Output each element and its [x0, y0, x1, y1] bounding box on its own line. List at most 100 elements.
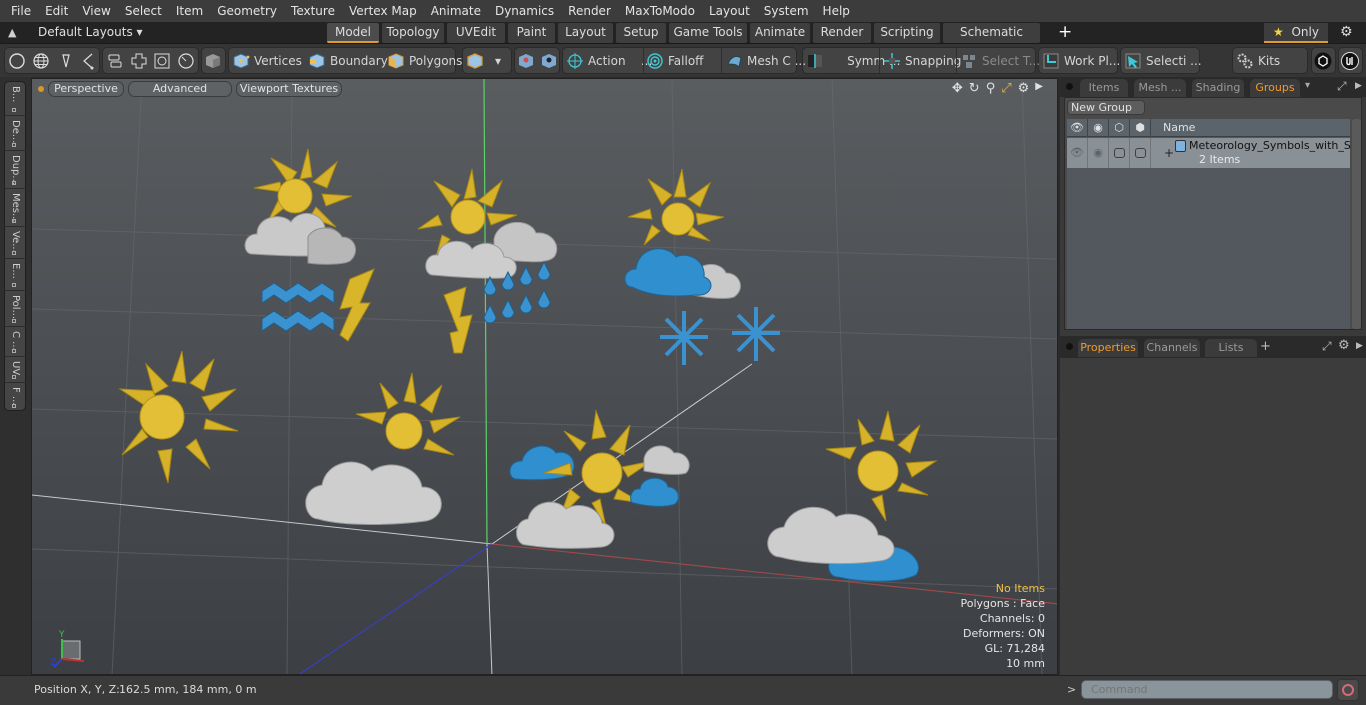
menu-animate[interactable]: Animate — [424, 0, 488, 22]
selection-sets-button[interactable]: Selecti ... — [1124, 47, 1202, 74]
menu-texture[interactable]: Texture — [284, 0, 342, 22]
move-view-icon[interactable]: ✥ — [952, 81, 963, 96]
left-tab-curve[interactable]: C ... — [5, 327, 27, 357]
tab-paint[interactable]: Paint — [508, 23, 555, 43]
tab-schematic-fusion[interactable]: Schematic Fusion — [943, 23, 1040, 58]
tab-channels[interactable]: Channels — [1144, 339, 1200, 357]
scene-object-sun[interactable] — [118, 350, 239, 484]
row-lock-toggle[interactable] — [1109, 138, 1130, 168]
add-tab-button[interactable]: + — [1058, 22, 1072, 43]
scene-object-sun-cloud-rain-lightning[interactable] — [417, 168, 558, 354]
tab-topology[interactable]: Topology — [382, 23, 444, 43]
align-tool[interactable] — [106, 47, 128, 74]
tab-animate[interactable]: Animate — [750, 23, 810, 43]
tab-shading[interactable]: Shading — [1192, 79, 1244, 97]
left-tab-duplicate[interactable]: Dup... — [5, 151, 27, 189]
polygons-mode-button[interactable]: Polygons — [387, 47, 462, 74]
transform-cube-b[interactable] — [540, 47, 562, 74]
item-mode-button[interactable] — [466, 47, 488, 74]
left-tab-fusion[interactable]: F ... — [5, 383, 27, 411]
only-button[interactable]: ★ Only — [1264, 23, 1328, 43]
tabs-dropdown-icon[interactable]: ▾ — [1305, 80, 1310, 91]
layout-collapse-icon[interactable]: ▲ — [8, 26, 22, 40]
globe-tool[interactable] — [32, 47, 54, 74]
tab-groups[interactable]: Groups — [1250, 79, 1300, 97]
menu-select[interactable]: Select — [118, 0, 169, 22]
menu-view[interactable]: View — [75, 0, 117, 22]
viewport-textures-button[interactable]: Viewport Textures — [236, 81, 342, 97]
unity-button[interactable] — [1314, 47, 1336, 74]
visibility-column-icon[interactable]: 👁 — [1067, 119, 1088, 137]
menu-file[interactable]: File — [4, 0, 38, 22]
command-input[interactable] — [1081, 680, 1333, 699]
mesh-constraint-button[interactable]: Mesh C ... — [725, 47, 806, 74]
groups-scrollbar[interactable] — [1352, 119, 1361, 329]
tab-uvedit[interactable]: UVEdit — [447, 23, 505, 43]
advanced-shading-button[interactable]: Advanced — [128, 81, 232, 97]
left-tab-mesh-edit[interactable]: Mes... — [5, 189, 27, 227]
row-render-toggle[interactable]: ◉ — [1088, 138, 1109, 168]
work-plane-button[interactable]: Work Pl... — [1042, 47, 1120, 74]
left-tab-edge[interactable]: E... — [5, 259, 27, 291]
menu-render[interactable]: Render — [561, 0, 618, 22]
tab-game-tools[interactable]: Game Tools — [669, 23, 747, 43]
row-select-toggle[interactable] — [1130, 138, 1151, 168]
perspective-button[interactable]: Perspective — [48, 81, 124, 97]
mode-dropdown[interactable]: ▾ — [495, 47, 501, 74]
scene-object-sun-clouds-mixed[interactable] — [509, 409, 690, 549]
default-layouts-dropdown[interactable]: Default Layouts ▾ — [38, 22, 143, 44]
pen-tool[interactable] — [57, 47, 79, 74]
render-column-icon[interactable]: ◉ — [1088, 119, 1109, 137]
settings-gear-icon[interactable]: ⚙ — [1340, 24, 1353, 40]
scene-object-sun-cloud[interactable] — [305, 372, 461, 525]
scene-object-sun-cloud-wind-lightning[interactable] — [244, 148, 375, 342]
curve-tool[interactable] — [80, 47, 102, 74]
row-visibility-toggle[interactable]: 👁 — [1067, 138, 1088, 168]
select-circle-tool[interactable] — [8, 47, 30, 74]
menu-item[interactable]: Item — [169, 0, 210, 22]
name-column-header[interactable]: Name — [1151, 119, 1350, 137]
tab-layout[interactable]: Layout — [558, 23, 613, 43]
scene-object-sun-cloud-snow[interactable] — [624, 168, 780, 365]
menu-geometry[interactable]: Geometry — [210, 0, 284, 22]
falloff-button[interactable]: Falloff — [646, 47, 703, 74]
frame-tool[interactable] — [153, 47, 175, 74]
uv-unwrap-tool[interactable] — [130, 47, 152, 74]
3d-viewport[interactable]: Y Z Perspective Advanced Viewport Textur… — [31, 78, 1058, 675]
unreal-button[interactable] — [1341, 47, 1363, 74]
snapping-button[interactable]: Snapping — [883, 47, 961, 74]
expand-panel-icon[interactable]: ⤢ — [1322, 339, 1332, 354]
menu-edit[interactable]: Edit — [38, 0, 75, 22]
tab-items[interactable]: Items — [1080, 79, 1128, 97]
tab-properties[interactable]: Properties — [1078, 339, 1138, 357]
add-panel-tab-button[interactable]: + — [1260, 339, 1271, 354]
panel-gear-icon[interactable]: ⚙ — [1338, 338, 1350, 353]
tab-scripting[interactable]: Scripting — [874, 23, 940, 43]
select-through-button[interactable]: Select T... — [960, 47, 1040, 74]
maximize-view-icon[interactable]: ⤢ — [1001, 81, 1011, 96]
select-column-icon[interactable]: ⬢ — [1130, 119, 1151, 137]
tab-setup[interactable]: Setup — [616, 23, 666, 43]
viewport-gear-icon[interactable]: ⚙ — [1018, 81, 1030, 96]
menu-system[interactable]: System — [757, 0, 816, 22]
tab-mesh[interactable]: Mesh ... — [1134, 79, 1186, 97]
scene-object-sun-cloud-blue-cloud[interactable] — [767, 410, 938, 582]
command-record-button[interactable] — [1337, 679, 1359, 701]
rotate-view-icon[interactable]: ↻ — [969, 81, 980, 96]
tab-lists[interactable]: Lists — [1205, 339, 1257, 357]
left-tab-basic[interactable]: B... — [5, 82, 27, 116]
new-group-button[interactable]: New Group — [1067, 100, 1145, 115]
boundary-mode-button[interactable]: Boundary — [308, 47, 388, 74]
menu-help[interactable]: Help — [816, 0, 857, 22]
kits-button[interactable]: Kits — [1236, 47, 1280, 74]
left-tab-vertex[interactable]: Ve... — [5, 227, 27, 259]
dial-tool[interactable] — [177, 47, 199, 74]
menu-dynamics[interactable]: Dynamics — [488, 0, 561, 22]
group-row[interactable]: 👁 ◉ + Meteorology_Symbols_with_S... 2 It… — [1067, 138, 1361, 168]
vertices-mode-button[interactable]: Vertices — [232, 47, 302, 74]
tab-render[interactable]: Render — [813, 23, 871, 43]
transform-cube-a[interactable] — [517, 47, 539, 74]
menu-layout[interactable]: Layout — [702, 0, 757, 22]
menu-maxtomodo[interactable]: MaxToModo — [618, 0, 702, 22]
tab-model[interactable]: Model — [327, 23, 379, 43]
